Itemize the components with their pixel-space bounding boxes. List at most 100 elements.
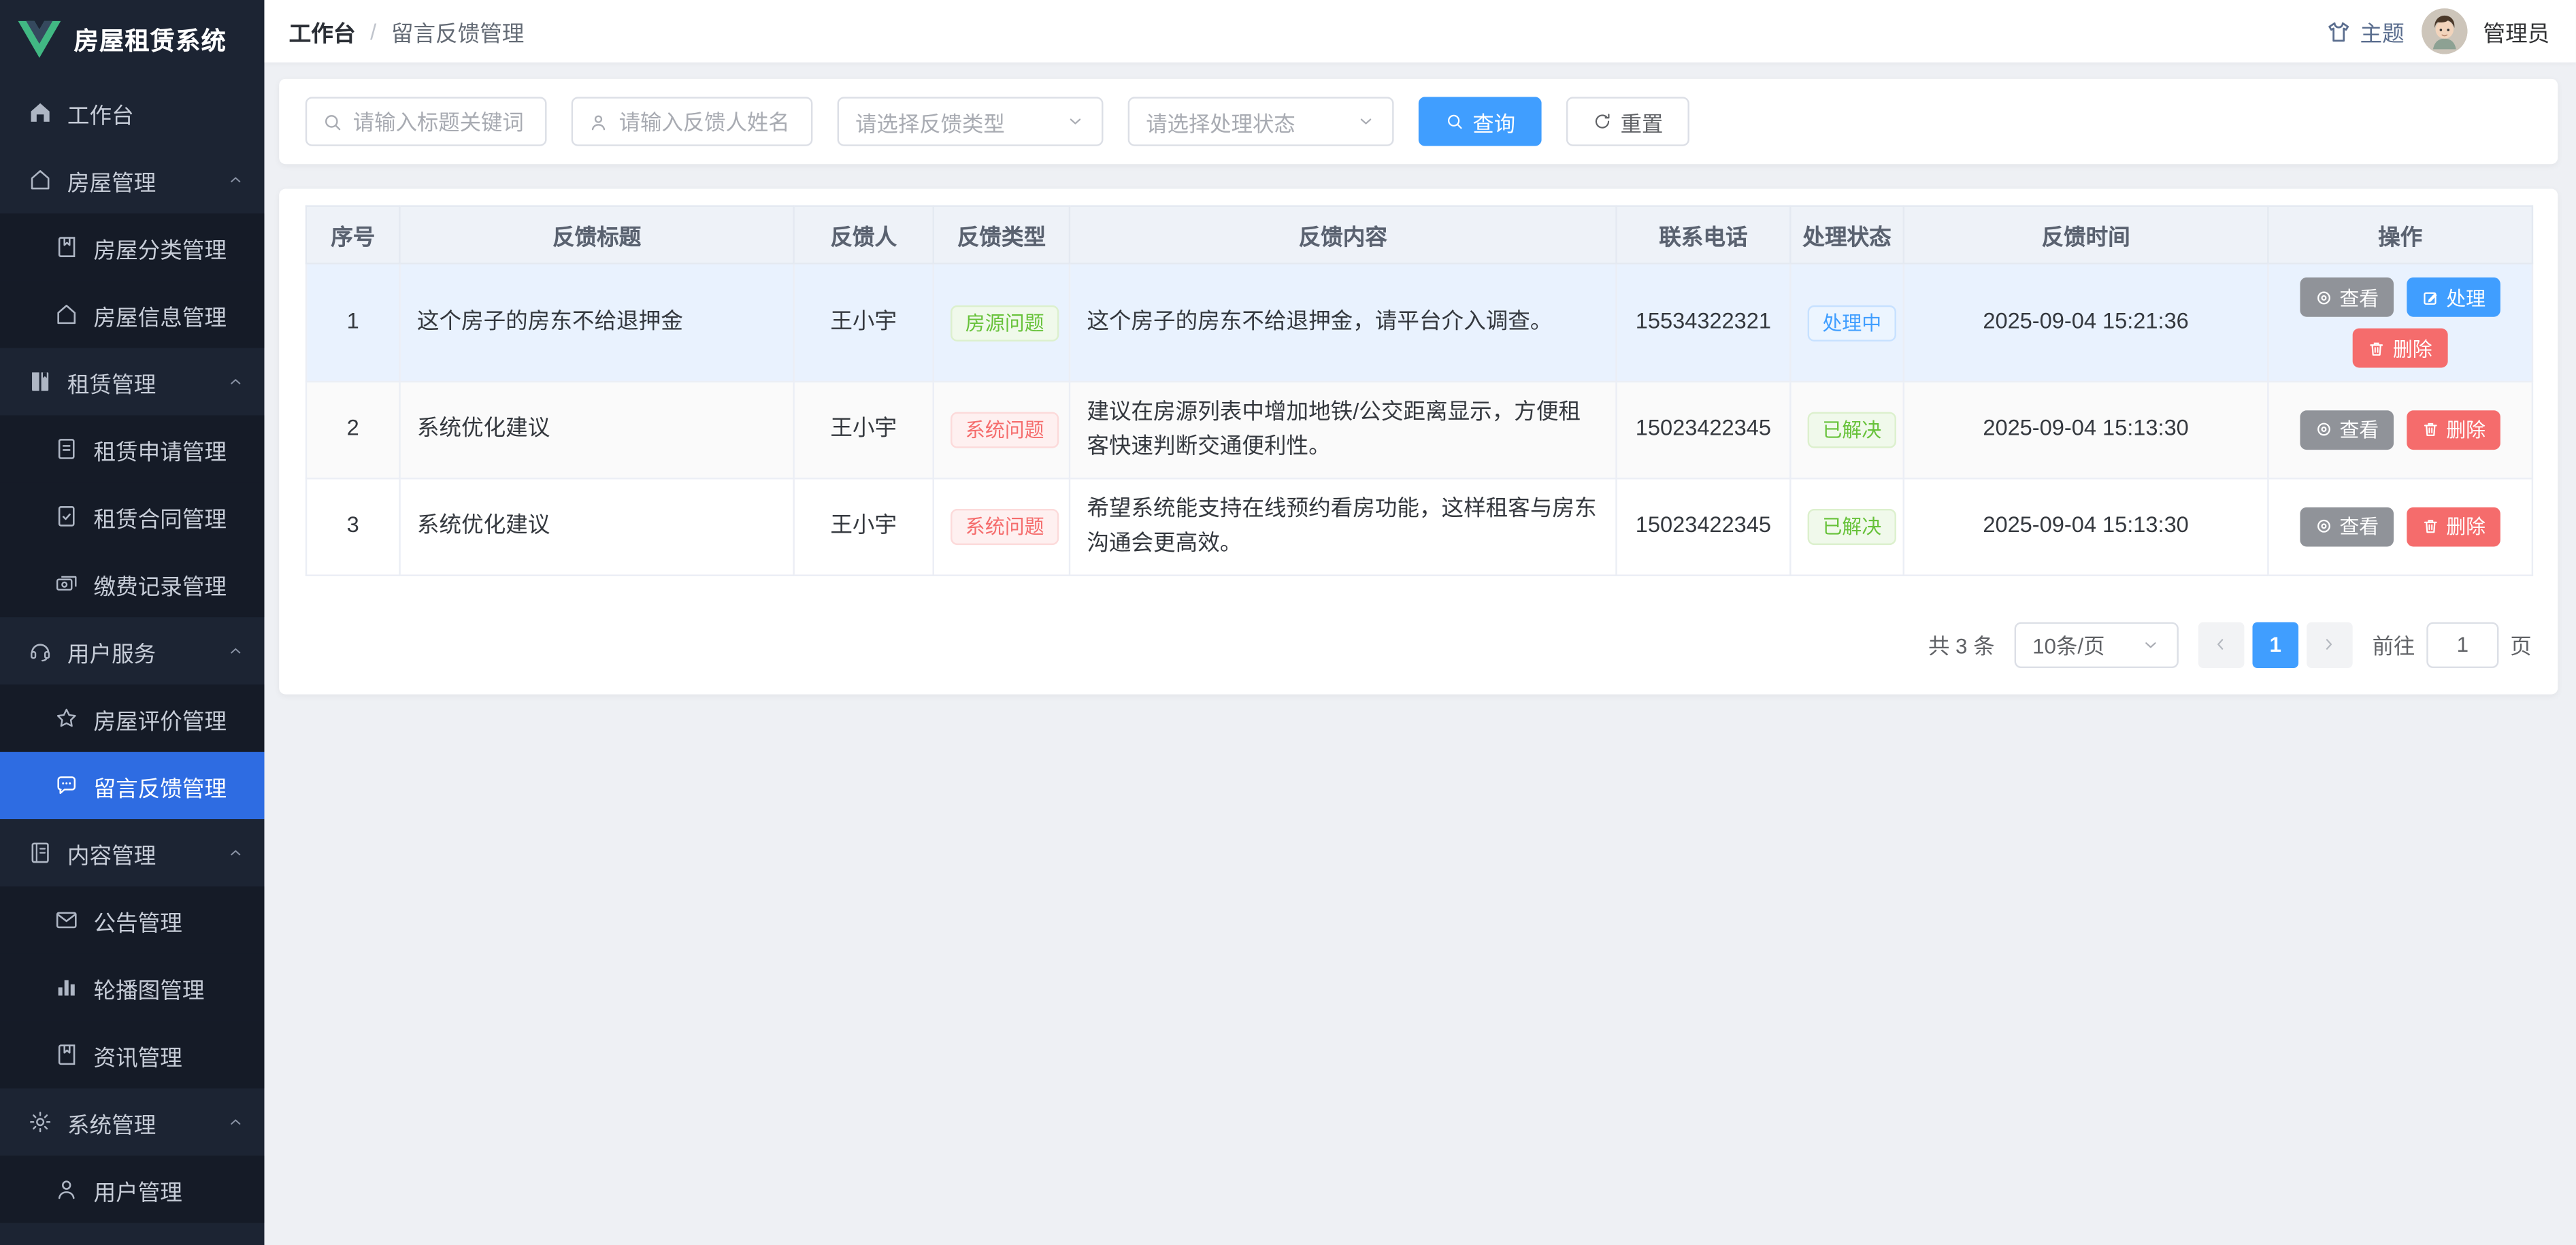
status-badge: 已解决: [1808, 508, 1896, 544]
sidebar-item-label: 租赁管理: [67, 365, 212, 398]
breadcrumb-workbench[interactable]: 工作台: [289, 15, 356, 48]
type-badge: 房源问题: [951, 305, 1059, 341]
cell-person: 王小宇: [794, 382, 934, 478]
col-actions: 操作: [2268, 206, 2532, 263]
avatar[interactable]: [2421, 8, 2467, 54]
app-root: 房屋租赁系统 工作台 房屋管理 房屋分类管理 房屋信息管理: [0, 0, 2576, 1245]
sidebar-item-lease-mgmt[interactable]: 租赁管理: [0, 348, 264, 416]
theme-button[interactable]: 主题: [2326, 15, 2405, 48]
bookmark-book-icon: [54, 1042, 79, 1067]
house-icon: [54, 302, 79, 327]
sidebar-item-lease-apply[interactable]: 租赁申请管理: [0, 415, 264, 482]
house-icon: [28, 167, 52, 192]
table-header-row: 序号 反馈标题 反馈人 反馈类型 反馈内容 联系电话 处理状态 反馈时间 操作: [306, 206, 2532, 263]
star-icon: [54, 706, 79, 731]
page-size-select[interactable]: 10条/页: [2015, 622, 2179, 668]
sidebar-item-announcement[interactable]: 公告管理: [0, 886, 264, 954]
delete-button[interactable]: 删除: [2407, 410, 2500, 450]
sidebar-item-feedback[interactable]: 留言反馈管理: [0, 752, 264, 819]
cell-time: 2025-09-04 15:13:30: [1904, 382, 2268, 478]
sidebar: 房屋租赁系统 工作台 房屋管理 房屋分类管理 房屋信息管理: [0, 0, 264, 1245]
envelope-icon: [54, 908, 79, 932]
chevron-down-icon: [2141, 635, 2160, 654]
type-badge: 系统问题: [951, 412, 1059, 448]
col-phone: 联系电话: [1617, 206, 1791, 263]
next-page-button[interactable]: [2307, 622, 2353, 668]
view-button[interactable]: 查看: [2300, 278, 2394, 317]
reading-icon: [28, 369, 52, 394]
cell-person: 王小宇: [794, 478, 934, 575]
goto-page-input[interactable]: [2426, 622, 2498, 668]
prev-page-button[interactable]: [2198, 622, 2245, 668]
search-icon: [1444, 112, 1464, 131]
feedback-person-field: [572, 97, 813, 146]
select-placeholder: 请选择反馈类型: [855, 106, 1005, 137]
sidebar-item-label: 留言反馈管理: [94, 769, 245, 801]
chevron-down-icon: [1066, 112, 1085, 131]
chevron-up-icon: [227, 373, 245, 391]
headset-icon: [28, 639, 52, 663]
sidebar-item-label: 房屋分类管理: [94, 231, 245, 263]
cell-content: 建议在房源列表中增加地铁/公交距离显示，方便租客快速判断交通便利性。: [1070, 382, 1616, 478]
sidebar-item-house-category[interactable]: 房屋分类管理: [0, 214, 264, 281]
vue-logo-icon: [18, 20, 61, 59]
cell-title: 系统优化建议: [400, 382, 794, 478]
feedback-type-select[interactable]: 请选择反馈类型: [838, 97, 1104, 146]
goto-page: 前往 页: [2373, 622, 2532, 668]
money-icon: [54, 571, 79, 596]
table-row: 2 系统优化建议 王小宇 系统问题 建议在房源列表中增加地铁/公交距离显示，方便…: [306, 382, 2532, 478]
cell-content: 希望系统能支持在线预约看房功能，这样租客与房东沟通会更高效。: [1070, 478, 1616, 575]
cell-index: 3: [306, 478, 400, 575]
col-index: 序号: [306, 206, 400, 263]
admin-name[interactable]: 管理员: [2483, 15, 2550, 48]
feedback-table-card: 序号 反馈标题 反馈人 反馈类型 反馈内容 联系电话 处理状态 反馈时间 操作: [279, 188, 2558, 693]
sidebar-item-house-review[interactable]: 房屋评价管理: [0, 684, 264, 752]
sidebar-item-label: 工作台: [67, 96, 245, 129]
theme-label: 主题: [2360, 15, 2405, 48]
content: 请选择反馈类型 请选择处理状态 查询 重置: [264, 63, 2575, 1245]
page-number-1[interactable]: 1: [2252, 622, 2298, 668]
sidebar-item-carousel[interactable]: 轮播图管理: [0, 954, 264, 1021]
eye-icon: [2315, 518, 2333, 536]
delete-button[interactable]: 删除: [2407, 507, 2500, 546]
chevron-right-icon: [2321, 635, 2339, 654]
sidebar-item-user-mgmt[interactable]: 用户管理: [0, 1156, 264, 1223]
feedback-person-input[interactable]: [619, 109, 797, 133]
sidebar-item-user-service[interactable]: 用户服务: [0, 617, 264, 684]
reset-button-label: 重置: [1621, 106, 1664, 137]
trash-icon: [2422, 518, 2440, 536]
sidebar-item-content-mgmt[interactable]: 内容管理: [0, 819, 264, 886]
table-row: 1 这个房子的房东不给退押金 王小宇 房源问题 这个房子的房东不给退押金，请平台…: [306, 263, 2532, 382]
table-row: 3 系统优化建议 王小宇 系统问题 希望系统能支持在线预约看房功能，这样租客与房…: [306, 478, 2532, 575]
cell-phone: 15023422345: [1617, 478, 1791, 575]
delete-button[interactable]: 删除: [2354, 329, 2447, 368]
search-button[interactable]: 查询: [1419, 97, 1542, 146]
col-time: 反馈时间: [1904, 206, 2268, 263]
reset-button[interactable]: 重置: [1566, 97, 1689, 146]
sidebar-item-house-mgmt[interactable]: 房屋管理: [0, 146, 264, 214]
sidebar-item-label: 公告管理: [94, 903, 245, 936]
page-unit-label: 页: [2510, 629, 2531, 661]
row-actions: 查看 删除: [2285, 507, 2515, 546]
sidebar-item-payment-records[interactable]: 缴费记录管理: [0, 550, 264, 617]
handle-button[interactable]: 处理: [2407, 278, 2500, 317]
handle-status-select[interactable]: 请选择处理状态: [1128, 97, 1394, 146]
status-badge: 处理中: [1808, 305, 1896, 341]
sidebar-item-label: 轮播图管理: [94, 971, 245, 1003]
search-button-label: 查询: [1472, 106, 1515, 137]
page-size-value: 10条/页: [2032, 629, 2104, 661]
bar-chart-icon: [54, 975, 79, 999]
view-button[interactable]: 查看: [2300, 507, 2394, 546]
sidebar-item-system-mgmt[interactable]: 系统管理: [0, 1089, 264, 1156]
tshirt-icon: [2326, 19, 2350, 44]
sidebar-item-house-info[interactable]: 房屋信息管理: [0, 281, 264, 348]
sidebar-menu: 工作台 房屋管理 房屋分类管理 房屋信息管理 租赁管理: [0, 79, 264, 1245]
col-content: 反馈内容: [1070, 206, 1616, 263]
title-keyword-input[interactable]: [353, 109, 531, 133]
top-header: 工作台 / 留言反馈管理 主题: [264, 0, 2575, 63]
sidebar-item-workbench[interactable]: 工作台: [0, 79, 264, 146]
breadcrumb-current: 留言反馈管理: [391, 15, 524, 48]
sidebar-item-lease-contract[interactable]: 租赁合同管理: [0, 482, 264, 550]
view-button[interactable]: 查看: [2300, 410, 2394, 450]
sidebar-item-news[interactable]: 资讯管理: [0, 1021, 264, 1089]
